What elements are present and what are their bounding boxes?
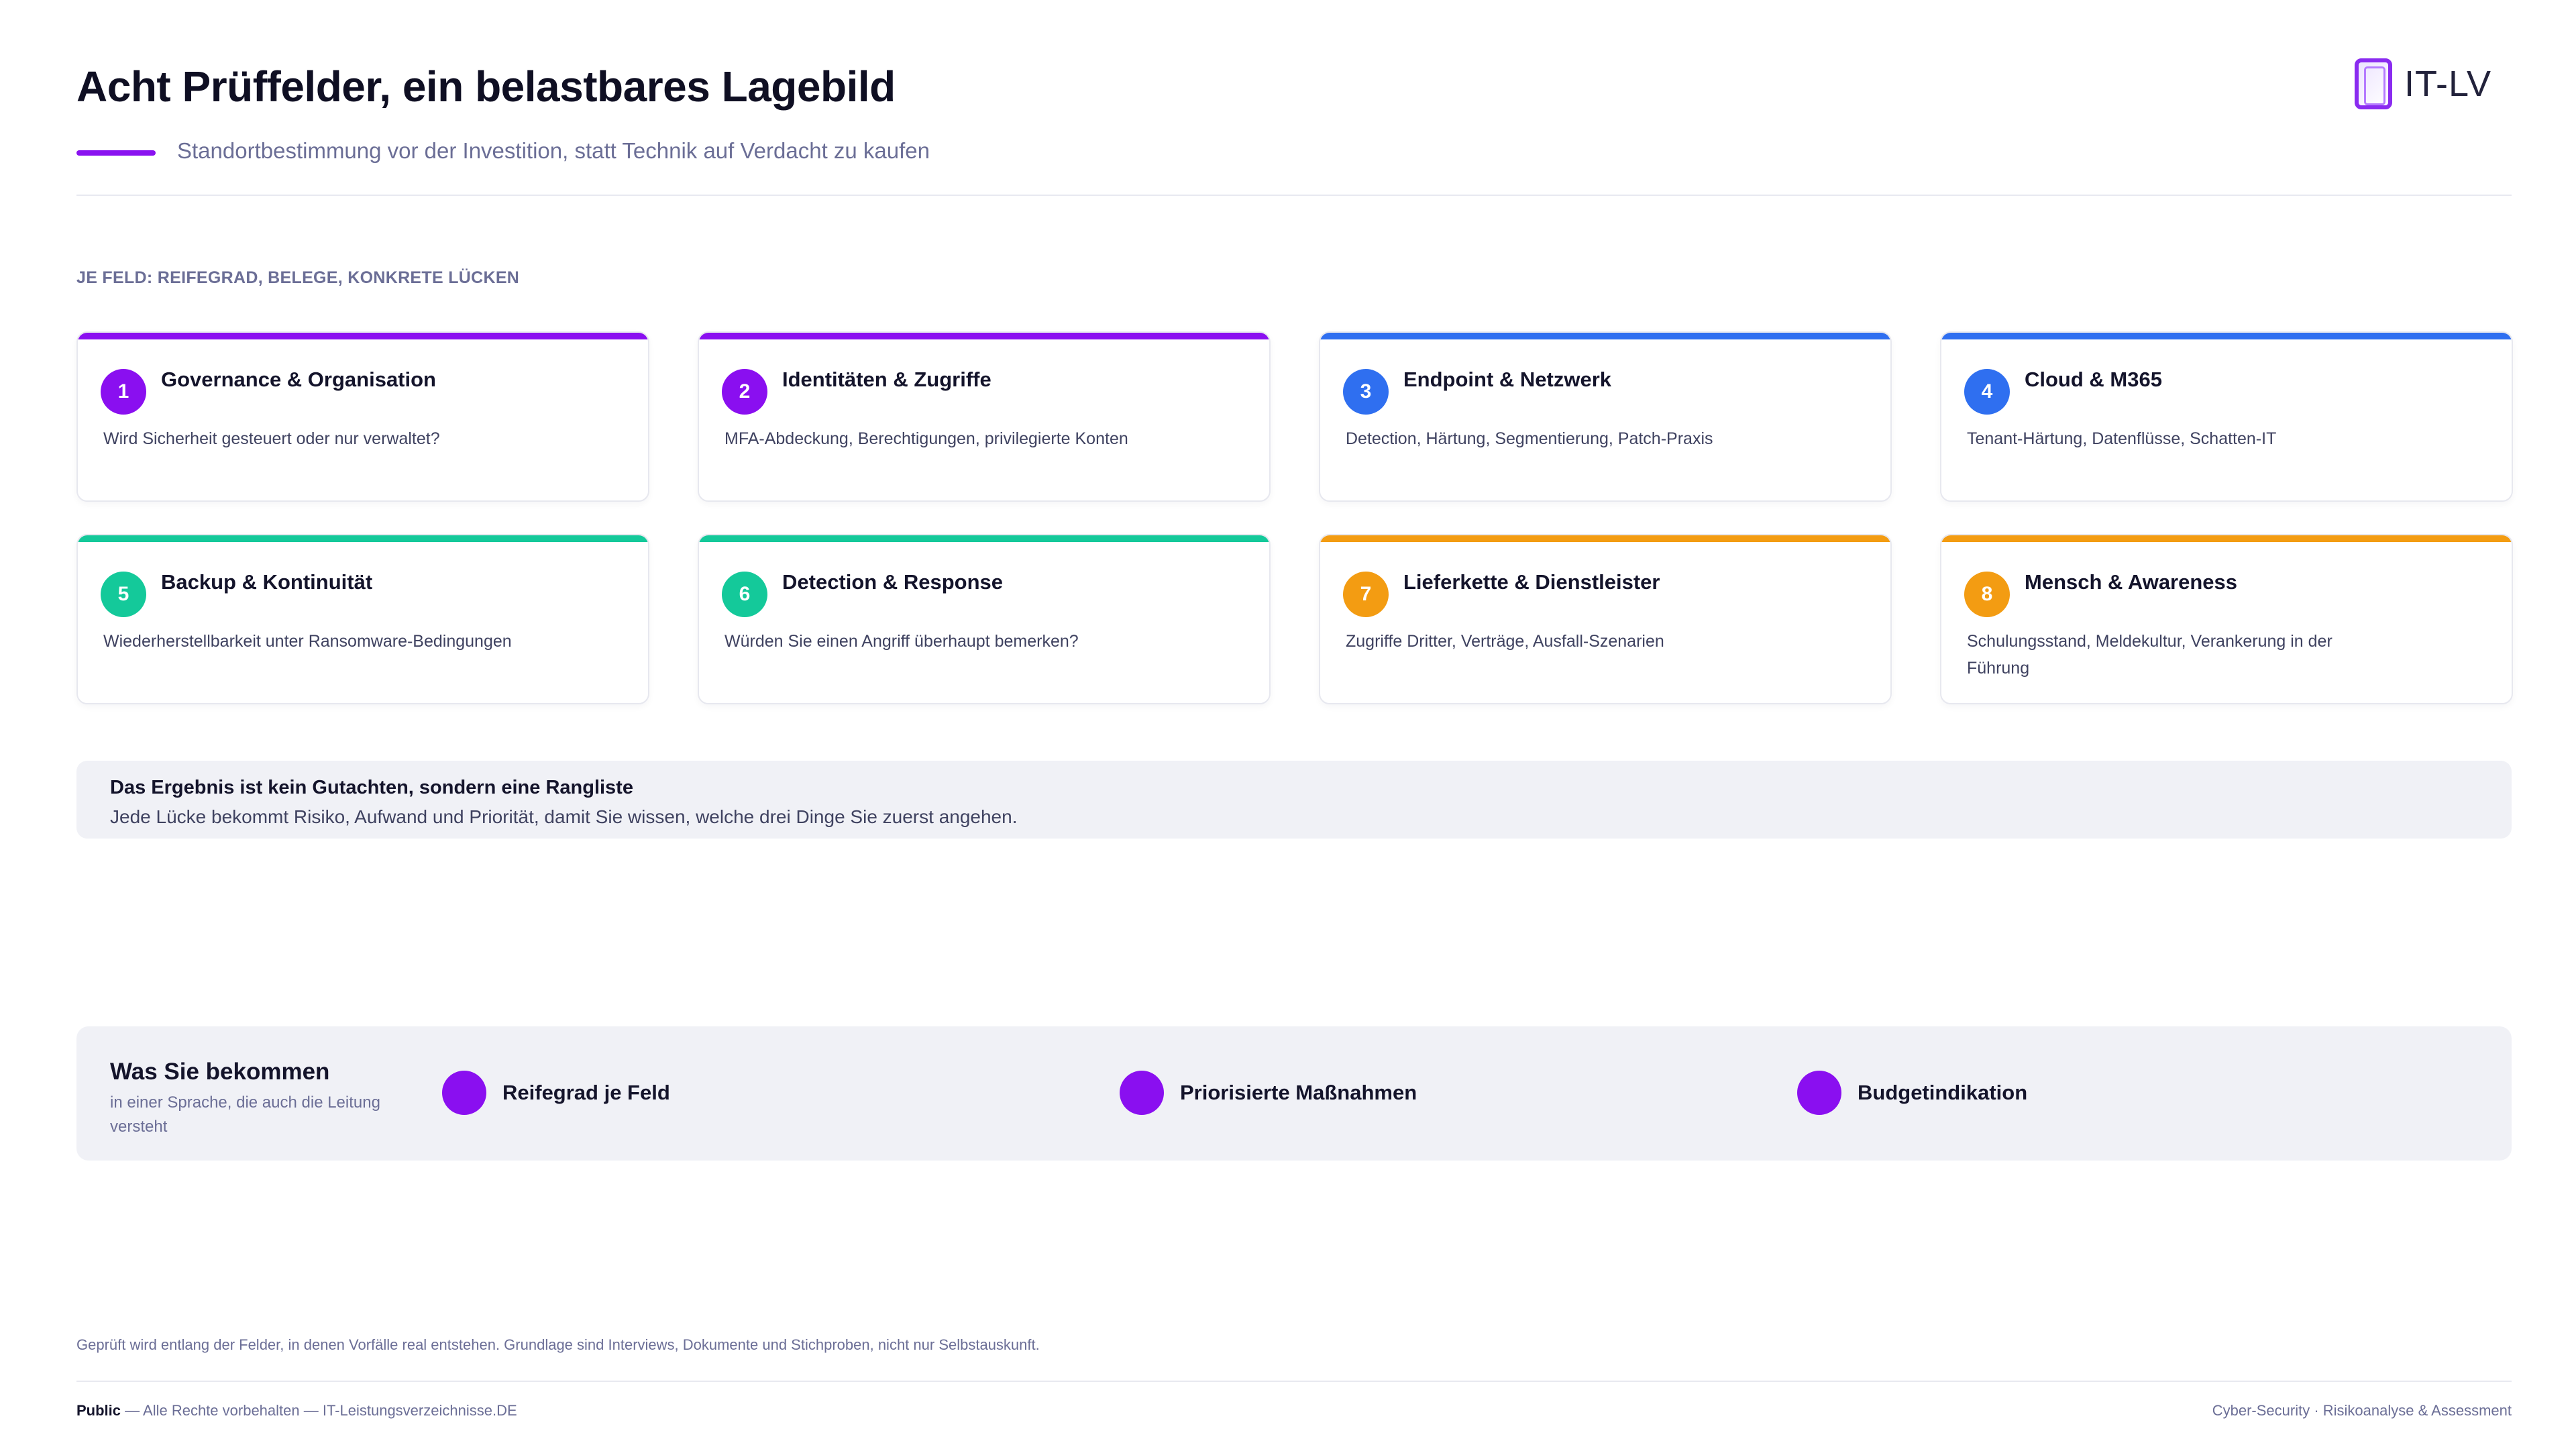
field-card-2: 2 Identitäten & Zugriffe MFA-Abdeckung, … [698, 331, 1271, 502]
field-card-5: 5 Backup & Kontinuität Wiederherstellbar… [76, 534, 649, 704]
footer-classification: Public [76, 1402, 121, 1419]
card-title: Mensch & Awareness [2025, 570, 2238, 594]
card-number-badge: 2 [722, 369, 767, 415]
card-number-badge: 8 [1964, 572, 2010, 617]
brand-logo: IT-LV [2355, 56, 2491, 111]
benefits-panel: Was Sie bekommen in einer Sprache, die a… [76, 1026, 2512, 1161]
benefit-item: Reifegrad je Feld [442, 1071, 670, 1115]
field-card-3: 3 Endpoint & Netzwerk Detection, Härtung… [1319, 331, 1892, 502]
footer-rights: Public — Alle Rechte vorbehalten — IT-Le… [76, 1402, 517, 1419]
card-number-badge: 5 [101, 572, 146, 617]
logo-mark-icon [2355, 58, 2392, 109]
card-description: MFA-Abdeckung, Berechtigungen, privilegi… [724, 429, 1128, 448]
benefit-item: Priorisierte Maßnahmen [1120, 1071, 1417, 1115]
card-number-badge: 4 [1964, 369, 2010, 415]
card-accent-bar [1320, 333, 1890, 339]
card-title: Identitäten & Zugriffe [782, 368, 991, 391]
card-number-badge: 3 [1343, 369, 1389, 415]
card-description: Detection, Härtung, Segmentierung, Patch… [1346, 429, 1713, 448]
header-divider [76, 195, 2512, 196]
benefit-item: Budgetindikation [1797, 1071, 2027, 1115]
footer-topic: Cyber-Security · Risikoanalyse & Assessm… [2212, 1402, 2512, 1419]
benefits-title: Was Sie bekommen [110, 1059, 330, 1085]
title-accent-line [76, 150, 156, 156]
card-description: Wiederherstellbarkeit unter Ransomware-B… [103, 632, 512, 651]
card-title: Lieferkette & Dienstleister [1403, 570, 1660, 594]
footer-divider [76, 1381, 2512, 1382]
card-accent-bar [699, 535, 1269, 542]
footnote: Geprüft wird entlang der Felder, in dene… [76, 1336, 1040, 1353]
card-title: Cloud & M365 [2025, 368, 2162, 391]
field-card-6: 6 Detection & Response Würden Sie einen … [698, 534, 1271, 704]
card-description: Schulungsstand, Meldekultur, Verankerung… [1967, 632, 2332, 678]
field-card-7: 7 Lieferkette & Dienstleister Zugriffe D… [1319, 534, 1892, 704]
benefit-dot-icon [1797, 1071, 1841, 1115]
card-title: Endpoint & Netzwerk [1403, 368, 1612, 391]
benefit-dot-icon [442, 1071, 486, 1115]
card-accent-bar [1320, 535, 1890, 542]
logo-text: IT-LV [2404, 64, 2492, 104]
benefit-dot-icon [1120, 1071, 1164, 1115]
card-description: Würden Sie einen Angriff überhaupt bemer… [724, 632, 1079, 651]
card-description: Wird Sicherheit gesteuert oder nur verwa… [103, 429, 440, 448]
card-number-badge: 1 [101, 369, 146, 415]
card-description: Zugriffe Dritter, Verträge, Ausfall-Szen… [1346, 632, 1664, 651]
card-number-badge: 7 [1343, 572, 1389, 617]
footer-rights-text: — Alle Rechte vorbehalten — IT-Leistungs… [121, 1402, 517, 1419]
card-accent-bar [699, 333, 1269, 339]
result-text: Jede Lücke bekommt Risiko, Aufwand und P… [110, 806, 1018, 827]
benefit-label: Budgetindikation [1858, 1081, 2028, 1104]
field-card-8: 8 Mensch & Awareness Schulungsstand, Mel… [1940, 534, 2513, 704]
field-card-1: 1 Governance & Organisation Wird Sicherh… [76, 331, 649, 502]
benefit-label: Reifegrad je Feld [502, 1081, 670, 1104]
card-accent-bar [78, 333, 648, 339]
card-title: Governance & Organisation [161, 368, 436, 391]
card-title: Backup & Kontinuität [161, 570, 373, 594]
card-accent-bar [78, 535, 648, 542]
benefit-label: Priorisierte Maßnahmen [1180, 1081, 1417, 1104]
result-title: Das Ergebnis ist kein Gutachten, sondern… [110, 777, 633, 798]
section-label: JE FELD: REIFEGRAD, BELEGE, KONKRETE LÜC… [76, 268, 520, 287]
page-title: Acht Prüffelder, ein belastbares Lagebil… [76, 62, 896, 111]
card-title: Detection & Response [782, 570, 1004, 594]
field-card-4: 4 Cloud & M365 Tenant-Härtung, Datenflüs… [1940, 331, 2513, 502]
card-description: Tenant-Härtung, Datenflüsse, Schatten-IT [1967, 429, 2277, 448]
page-subtitle: Standortbestimmung vor der Investition, … [177, 138, 930, 163]
benefits-subtitle: in einer Sprache, die auch die Leitung v… [110, 1093, 380, 1136]
slide: Acht Prüffelder, ein belastbares Lagebil… [0, 0, 2576, 1449]
result-callout: Das Ergebnis ist kein Gutachten, sondern… [76, 761, 2512, 839]
card-accent-bar [1941, 333, 2512, 339]
card-number-badge: 6 [722, 572, 767, 617]
audit-fields-grid: 1 Governance & Organisation Wird Sicherh… [76, 331, 2513, 704]
card-accent-bar [1941, 535, 2512, 542]
